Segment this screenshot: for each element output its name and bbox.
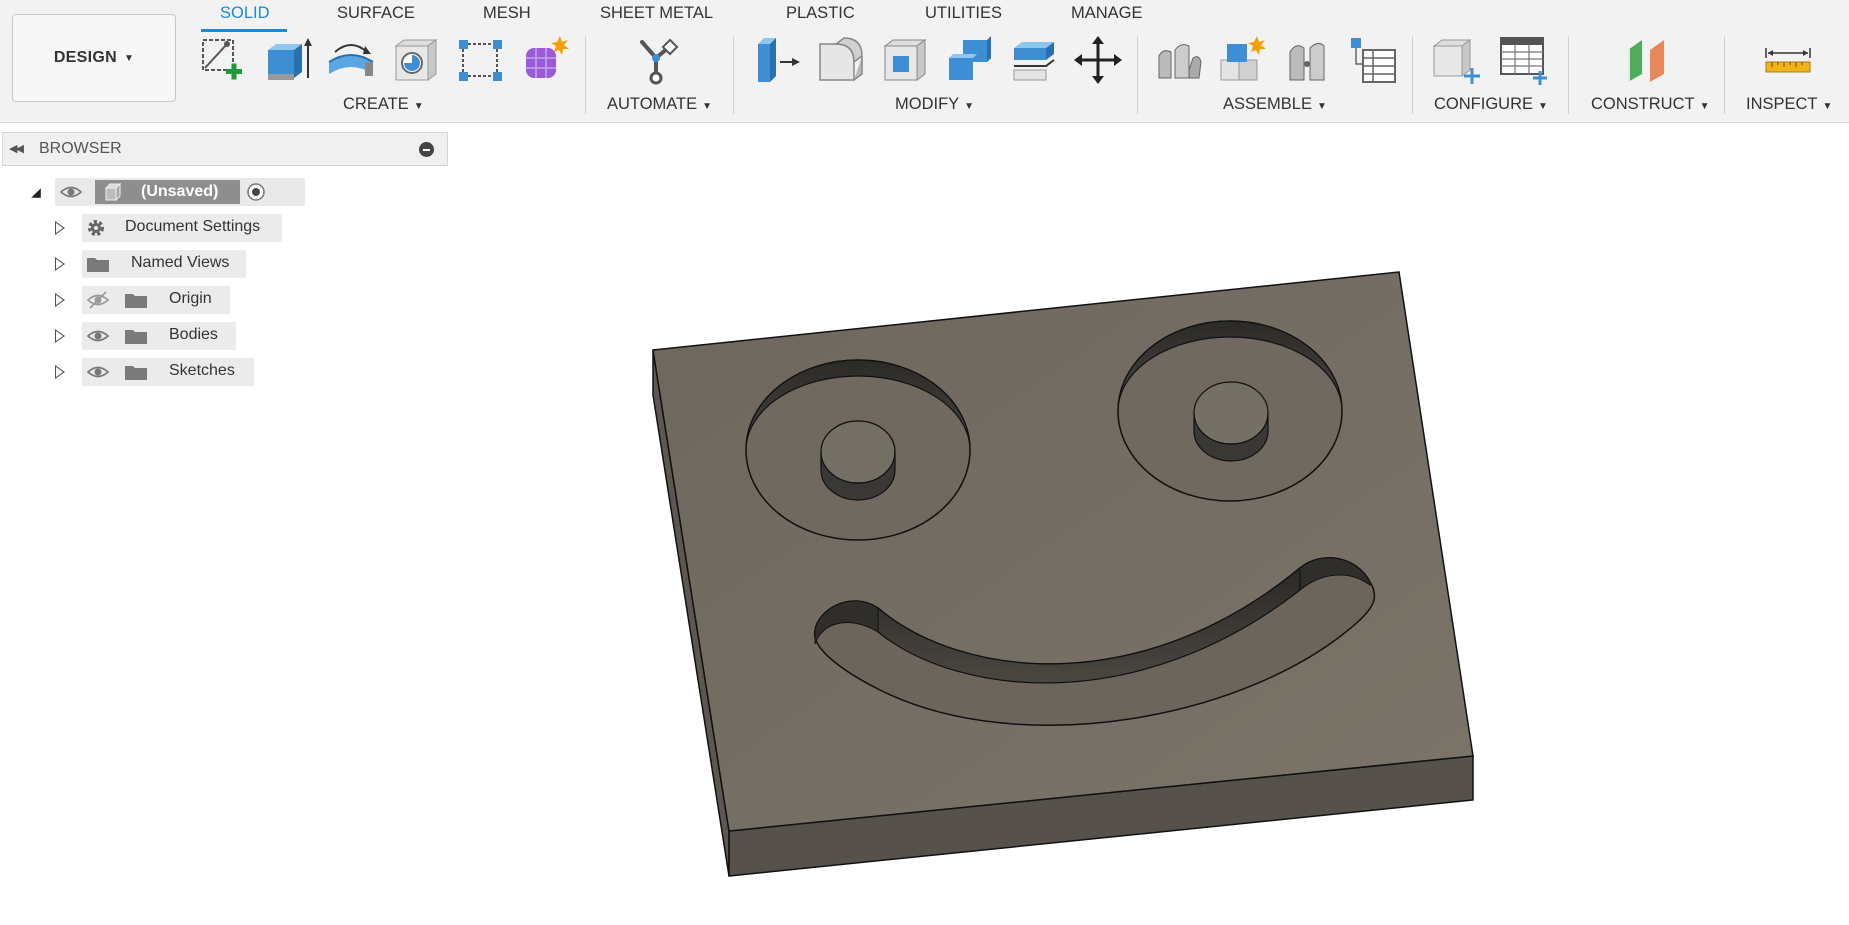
expand-arrow-icon[interactable] [55, 329, 65, 343]
tree-item-label: Sketches [169, 362, 235, 379]
shell-icon[interactable] [879, 34, 931, 86]
model-render [652, 271, 1474, 877]
construct-menu[interactable]: CONSTRUCT ▼ [1591, 95, 1709, 114]
block-top-face [652, 271, 1474, 832]
tab-manage[interactable]: MANAGE [1071, 4, 1143, 23]
workspace-switcher-button[interactable]: DESIGN ▼ [12, 14, 176, 102]
tree-item-label: Origin [169, 290, 212, 307]
component-icon [104, 182, 122, 202]
automate-menu[interactable]: AUTOMATE ▼ [607, 95, 712, 114]
minimize-browser-icon[interactable] [419, 142, 434, 157]
toolbar: DESIGN ▼ SOLID SURFACE MESH SHEET METAL … [0, 0, 1849, 123]
tree-item-origin[interactable]: Origin [49, 286, 249, 314]
tree-item-label: Bodies [169, 326, 218, 343]
tab-mesh[interactable]: MESH [483, 4, 531, 23]
configuration-table-icon[interactable] [1497, 34, 1549, 86]
active-tab-indicator [201, 29, 287, 32]
assemble-menu[interactable]: ASSEMBLE ▼ [1223, 95, 1327, 114]
collapse-browser-icon[interactable]: ◀◀ [9, 142, 24, 155]
tab-surface[interactable]: SURFACE [337, 4, 415, 23]
workspace-label: DESIGN [53, 49, 117, 66]
expand-arrow-icon[interactable] [55, 293, 65, 307]
left-eye-pocket [745, 359, 971, 541]
create-menu-label: CREATE [343, 95, 409, 113]
caret-down-icon: ▼ [702, 101, 713, 112]
expand-arrow-icon[interactable] [55, 221, 65, 235]
collapse-triangle-icon[interactable] [31, 188, 41, 198]
combine-icon[interactable] [943, 34, 995, 86]
press-pull-icon[interactable] [750, 34, 802, 86]
offset-face-icon[interactable] [1008, 34, 1060, 86]
tree-item-named-views[interactable]: Named Views [49, 250, 269, 278]
separator [1412, 36, 1413, 114]
expand-arrow-icon[interactable] [55, 257, 65, 271]
tab-plastic[interactable]: PLASTIC [786, 4, 855, 23]
right-eye-pocket [1117, 320, 1343, 502]
eye-icon[interactable] [60, 182, 82, 202]
automate-menu-label: AUTOMATE [607, 95, 698, 113]
construct-menu-label: CONSTRUCT [1591, 95, 1695, 113]
create-sketch-icon[interactable] [197, 34, 249, 86]
root-component-label[interactable]: (Unsaved) [95, 180, 240, 204]
root-name: (Unsaved) [141, 183, 219, 200]
folder-icon [87, 258, 109, 272]
tab-solid[interactable]: SOLID [220, 4, 270, 23]
caret-down-icon: ▼ [1538, 101, 1548, 112]
gear-icon [88, 220, 104, 236]
tree-item-bodies[interactable]: Bodies [49, 322, 249, 350]
hole-icon[interactable] [390, 34, 442, 86]
fillet-icon[interactable] [814, 34, 866, 86]
configure-menu[interactable]: CONFIGURE ▼ [1434, 95, 1548, 114]
configure-menu-label: CONFIGURE [1434, 95, 1533, 113]
folder-icon [125, 330, 147, 344]
viewport-canvas[interactable] [0, 123, 1849, 925]
move-icon[interactable] [1072, 34, 1124, 86]
browser-panel-header: ◀◀ BROWSER [2, 132, 448, 166]
eye-icon[interactable] [86, 362, 110, 382]
measure-icon[interactable] [1762, 34, 1814, 86]
extrude-icon[interactable] [262, 34, 314, 86]
pattern-icon[interactable] [455, 34, 507, 86]
separator [1137, 36, 1138, 114]
eye-icon[interactable] [86, 326, 110, 346]
separator [733, 36, 734, 114]
tab-sheet-metal[interactable]: SHEET METAL [600, 4, 713, 23]
tab-utilities[interactable]: UTILITIES [925, 4, 1002, 23]
expand-arrow-icon[interactable] [55, 365, 65, 379]
tree-item-sketches[interactable]: Sketches [49, 358, 269, 386]
separator [1568, 36, 1569, 114]
automate-icon[interactable] [632, 34, 684, 86]
separator [585, 36, 586, 114]
tree-item-label: Named Views [131, 254, 230, 271]
activate-component-icon[interactable] [246, 182, 266, 202]
tree-item-label: Document Settings [125, 218, 261, 235]
caret-down-icon: ▼ [1822, 101, 1833, 112]
as-built-joint-icon[interactable] [1282, 34, 1334, 86]
modify-menu-label: MODIFY [895, 95, 960, 113]
revolve-icon[interactable] [325, 34, 377, 86]
table-icon[interactable] [1347, 34, 1399, 86]
assemble-menu-label: ASSEMBLE [1223, 95, 1312, 113]
tree-root-item[interactable]: (Unsaved) [30, 178, 305, 206]
caret-down-icon: ▼ [413, 101, 424, 112]
inspect-menu-label: INSPECT [1746, 95, 1818, 113]
separator [1724, 36, 1725, 114]
caret-down-icon: ▼ [1316, 101, 1327, 112]
tree-item-document-settings[interactable]: Document Settings [49, 214, 289, 242]
caret-down-icon: ▼ [123, 52, 135, 64]
modify-menu[interactable]: MODIFY ▼ [895, 95, 974, 114]
caret-down-icon: ▼ [1699, 101, 1710, 112]
joint-icon[interactable] [1153, 34, 1205, 86]
create-menu[interactable]: CREATE ▼ [343, 95, 424, 114]
inspect-menu[interactable]: INSPECT ▼ [1746, 95, 1832, 114]
eye-hidden-icon[interactable] [86, 290, 110, 310]
folder-icon [125, 366, 147, 380]
offset-plane-icon[interactable] [1622, 34, 1674, 86]
browser-title: BROWSER [39, 140, 122, 157]
caret-down-icon: ▼ [964, 101, 975, 112]
create-form-icon[interactable] [518, 34, 570, 86]
new-component-icon[interactable] [1217, 34, 1269, 86]
configure-icon[interactable] [1430, 34, 1482, 86]
folder-icon [125, 294, 147, 308]
